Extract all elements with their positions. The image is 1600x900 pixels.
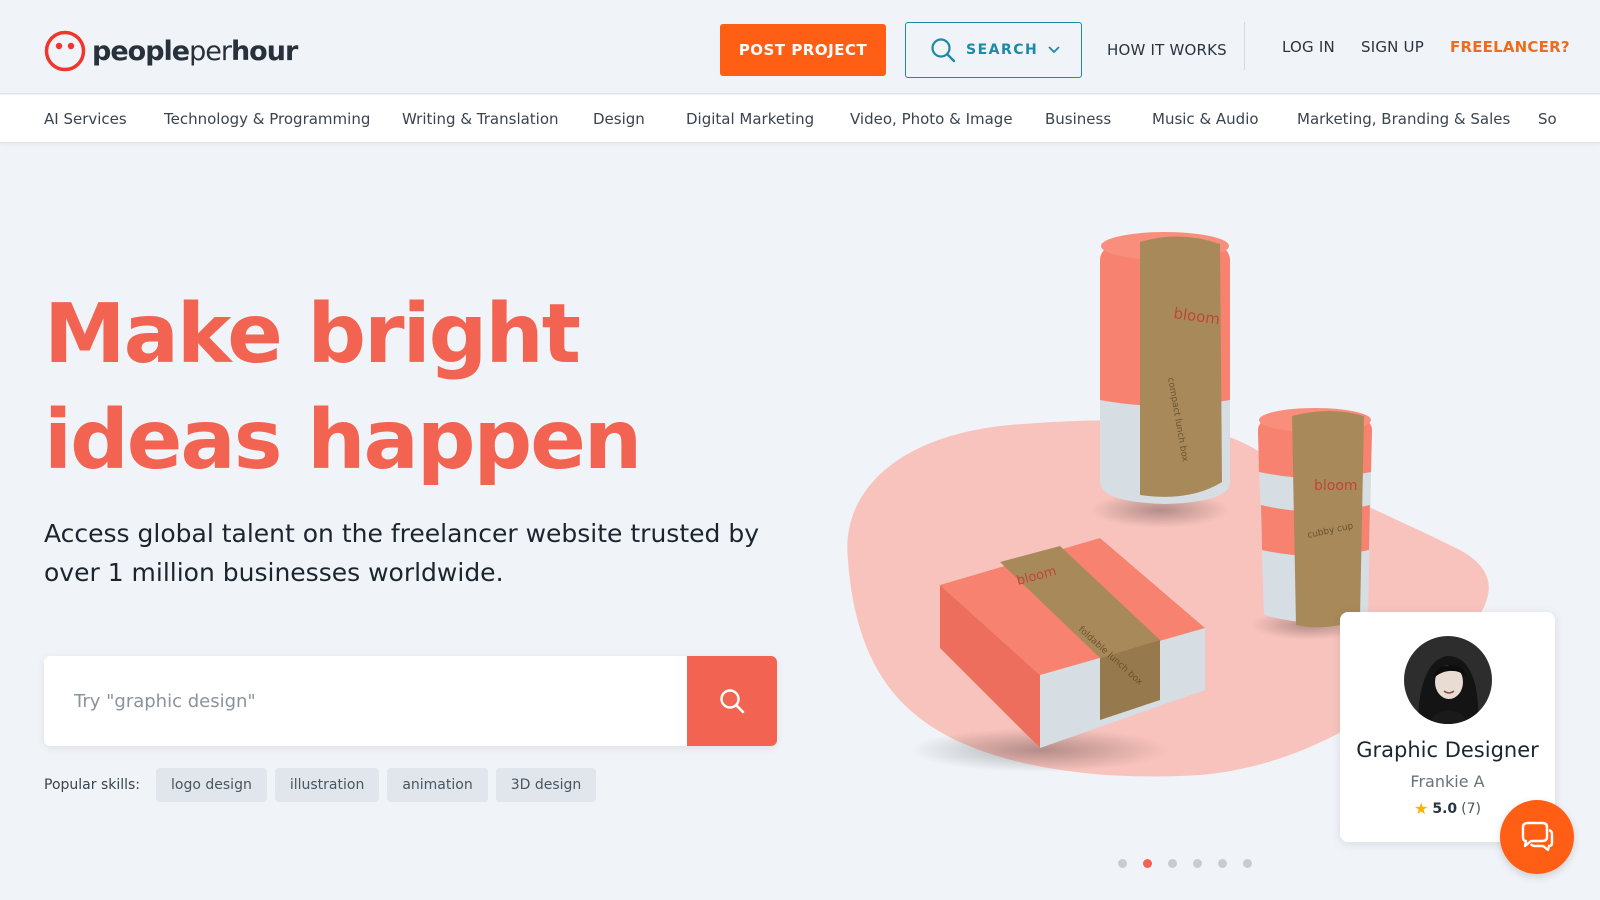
category-business[interactable]: Business [1045,110,1111,128]
search-icon [720,689,745,714]
category-technology-programming[interactable]: Technology & Programming [164,110,370,128]
compact-lunch-box: bloom compact lunch box [1100,232,1230,504]
search-menu-button[interactable]: SEARCH [905,22,1082,78]
chat-bubbles-icon [1521,821,1554,852]
skill-chip-logo-design[interactable]: logo design [156,768,267,802]
category-digital-marketing[interactable]: Digital Marketing [686,110,814,128]
carousel-dot-3[interactable] [1168,859,1177,868]
freelancer-name: Frankie A [1410,772,1485,791]
category-marketing-branding-sales[interactable]: Marketing, Branding & Sales [1297,110,1510,128]
category-music-audio[interactable]: Music & Audio [1152,110,1259,128]
hero-search-bar [44,656,777,746]
skill-chip-illustration[interactable]: illustration [274,768,380,802]
carousel-dot-4[interactable] [1193,859,1202,868]
top-header: peopleperhour POST PROJECT SEARCH HOW IT… [0,0,1600,94]
carousel-dot-2[interactable] [1143,859,1152,868]
popular-skills-label: Popular skills: [44,777,141,793]
hero-subtitle: Access global talent on the freelancer w… [44,519,759,587]
carousel-dot-5[interactable] [1218,859,1227,868]
skill-chip-animation[interactable]: animation [387,768,488,802]
rating-count: (7) [1461,800,1481,817]
freelancer-link[interactable]: FREELANCER? [1450,38,1570,56]
category-video-photo-image[interactable]: Video, Photo & Image [850,110,1013,128]
hero-search-input[interactable] [44,656,687,746]
header-divider [1244,22,1245,70]
search-icon [931,38,956,63]
cubby-cup: bloom cubby cup [1258,408,1372,628]
category-design[interactable]: Design [593,110,645,128]
cup-brand-label: bloom [1314,478,1358,494]
search-menu-label: SEARCH [966,42,1039,58]
popular-skills: Popular skills: logo design illustration… [44,768,597,802]
category-nav: AI Services Technology & Programming Wri… [0,95,1600,143]
sign-up-link[interactable]: SIGN UP [1361,38,1424,56]
site-logo[interactable]: peopleperhour [44,29,298,73]
carousel-dot-6[interactable] [1243,859,1252,868]
category-writing-translation[interactable]: Writing & Translation [402,110,559,128]
hero-title-line-1: Make bright [44,287,581,382]
post-project-button[interactable]: POST PROJECT [720,24,886,76]
category-more-truncated[interactable]: So [1538,110,1557,128]
log-in-link[interactable]: LOG IN [1282,38,1335,56]
hero-title-line-2: ideas happen [44,393,642,488]
hero-search-button[interactable] [687,656,777,746]
logo-wordmark: peopleperhour [92,35,298,67]
hero-title: Make bright ideas happen [44,282,642,494]
freelancer-avatar [1404,636,1492,724]
rating-score: 5.0 [1432,800,1458,817]
carousel-dot-1[interactable] [1118,859,1127,868]
category-ai-services[interactable]: AI Services [44,110,127,128]
how-it-works-link[interactable]: HOW IT WORKS [1107,41,1227,59]
freelancer-role: Graphic Designer [1356,738,1539,762]
chevron-down-icon [1048,46,1060,54]
skill-chip-3d-design[interactable]: 3D design [495,768,597,802]
carousel-dots [1118,859,1252,868]
live-chat-button[interactable] [1500,800,1574,874]
smiley-logo-icon [44,30,86,72]
star-icon: ★ [1414,799,1429,818]
